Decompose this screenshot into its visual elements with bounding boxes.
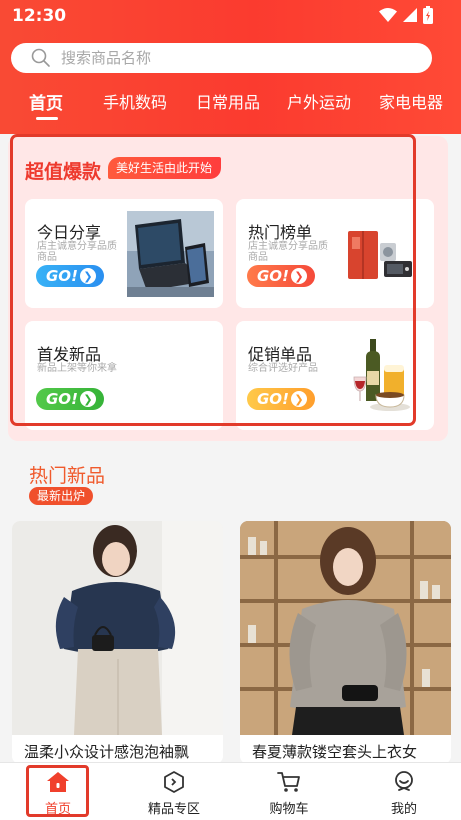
search-icon (31, 48, 50, 67)
hot-new-badge: 最新出炉 (29, 487, 94, 505)
arrow-right-icon: ❯ (291, 268, 307, 284)
go-button[interactable]: GO! ❯ (247, 388, 315, 410)
promo-card-title: 今日分享 (37, 223, 102, 242)
header: 12:30 首页 手机数码 日常用品 户外运动 家电电器 (0, 0, 461, 134)
home-icon (47, 772, 69, 792)
active-tab-indicator (36, 117, 58, 120)
nav-label: 首页 (44, 802, 71, 817)
promo-card-subtitle: 新品上架等你来拿 (37, 363, 117, 374)
bottom-nav: 首页 精品专区 购物车 我的 (0, 762, 461, 820)
woman-navy-blouse-photo (12, 521, 223, 735)
promo-card-subtitle: 综合评选好产品 (248, 363, 318, 374)
status-bar: 12:30 (0, 0, 461, 34)
go-button[interactable]: GO! ❯ (36, 388, 104, 410)
promo-card-subtitle: 店主诚意分享品质商品 (248, 241, 328, 263)
search-input[interactable] (61, 49, 391, 67)
appliances-image (348, 231, 412, 279)
product-name: 温柔小众设计感泡泡袖飘 (24, 743, 190, 761)
hot-new-title: 热门新品 (29, 465, 106, 487)
nav-premium[interactable]: 精品专区 (134, 769, 214, 817)
wine-coffee-image (353, 339, 410, 411)
promo-card-today-share[interactable]: 今日分享 店主诚意分享品质商品 GO! ❯ (25, 199, 223, 308)
woman-knit-sweater-photo (240, 521, 451, 735)
tab-daily-goods[interactable]: 日常用品 (196, 89, 260, 113)
status-icons (379, 5, 433, 25)
hexagon-icon (164, 771, 184, 793)
arrow-right-icon: ❯ (80, 268, 96, 284)
product-name: 春夏薄款镂空套头上衣女 (252, 743, 418, 761)
search-bar[interactable] (11, 43, 432, 73)
nav-cart[interactable]: 购物车 (249, 769, 329, 817)
laptop-tablet-image (127, 211, 214, 297)
tab-home-appliances[interactable]: 家电电器 (379, 89, 443, 113)
promo-card-title: 促销单品 (248, 345, 313, 364)
nav-home[interactable]: 首页 (18, 769, 98, 817)
nav-label: 我的 (390, 802, 417, 817)
promo-card-subtitle: 店主诚意分享品质商品 (37, 241, 117, 263)
profile-icon (395, 771, 413, 791)
promo-card-new-release[interactable]: 首发新品 新品上架等你来拿 GO! ❯ (25, 321, 223, 430)
tab-outdoor-sports[interactable]: 户外运动 (287, 89, 351, 113)
status-time: 12:30 (12, 6, 67, 26)
wifi-icon (379, 8, 397, 22)
battery-icon (423, 6, 433, 24)
go-button[interactable]: GO! ❯ (36, 265, 104, 287)
cart-icon (277, 772, 300, 792)
signal-icon (403, 8, 417, 22)
arrow-right-icon: ❯ (291, 391, 307, 407)
promo-card-sale-items[interactable]: 促销单品 综合评选好产品 GO! ❯ (236, 321, 434, 430)
promo-badge: 美好生活由此开始 (108, 157, 222, 179)
nav-label: 精品专区 (147, 802, 200, 817)
nav-profile[interactable]: 我的 (364, 769, 444, 817)
go-label: GO! (46, 267, 78, 285)
go-label: GO! (257, 267, 289, 285)
product-card[interactable]: 春夏薄款镂空套头上衣女 (240, 521, 451, 764)
tab-home[interactable]: 首页 (29, 89, 63, 114)
promo-card-hot-list[interactable]: 热门榜单 店主诚意分享品质商品 GO! ❯ (236, 199, 434, 308)
category-tabs: 首页 手机数码 日常用品 户外运动 家电电器 (0, 89, 461, 120)
go-label: GO! (46, 390, 78, 408)
go-label: GO! (257, 390, 289, 408)
promo-title: 超值爆款 (25, 161, 102, 183)
product-card[interactable]: 温柔小众设计感泡泡袖飘 (12, 521, 223, 764)
promo-card-title: 首发新品 (37, 345, 102, 364)
nav-label: 购物车 (269, 802, 309, 817)
promo-card-title: 热门榜单 (248, 223, 313, 242)
go-button[interactable]: GO! ❯ (247, 265, 315, 287)
tab-phones-digital[interactable]: 手机数码 (103, 89, 167, 113)
arrow-right-icon: ❯ (80, 391, 96, 407)
